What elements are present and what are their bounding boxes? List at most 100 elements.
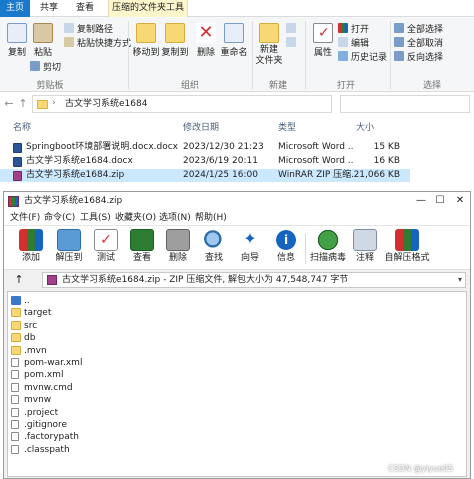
find-button[interactable]: 查找 [194, 228, 234, 268]
maximize-button[interactable]: ☐ [433, 194, 447, 208]
search-input[interactable] [340, 95, 470, 113]
file-icon [11, 395, 19, 405]
column-name[interactable]: 名称 [13, 121, 31, 135]
extract-to-button[interactable]: 解压到 [49, 228, 89, 268]
delete-label: 删除 [196, 48, 215, 58]
comment-label: 注释 [355, 253, 374, 263]
delete-button[interactable]: ✕ 删除 [191, 23, 221, 58]
edit-button[interactable]: 编辑 [338, 37, 369, 50]
view-button[interactable]: 查看 [122, 228, 162, 268]
copy-to-label: 复制到 [161, 48, 189, 58]
copy-label: 复制 [7, 48, 26, 58]
properties-button[interactable]: ✓ 属性 [308, 23, 338, 58]
file-icon [11, 382, 19, 392]
menu-favorites[interactable]: 收藏夹(O) [115, 212, 156, 225]
info-icon: i [274, 229, 298, 251]
file-modified: 2023/6/19 20:11 [183, 156, 258, 166]
zip-archive-icon [47, 275, 57, 285]
entry-name: db [24, 333, 36, 344]
copy-path-button[interactable]: 复制路径 [64, 23, 113, 36]
archive-file-list[interactable]: .. target src db .mvn pom-war.xml pom.xml mvnw.… [7, 291, 467, 477]
menu-options[interactable]: 选项(N) [159, 212, 191, 225]
winrar-app-icon [8, 196, 19, 207]
new-item-icon [286, 23, 296, 33]
ribbon-tabs: 主页 共享 查看 压缩的文件夹工具 [0, 0, 474, 17]
entry-name: pom.xml [24, 370, 64, 381]
invert-selection-label: 反向选择 [407, 53, 444, 63]
easy-access-icon [286, 37, 296, 47]
delete-x-icon: ✕ [196, 23, 216, 43]
file-row-selected[interactable]: 古文学习系统e1684.zip 2024/1/25 16:00 WinRAR Z… [0, 169, 410, 182]
paste-button[interactable]: 粘贴 [28, 23, 58, 58]
entry-name: mvnw.cmd [24, 382, 73, 393]
tab-share[interactable]: 共享 [34, 0, 64, 17]
column-size[interactable]: 大小 [356, 121, 374, 135]
easy-access-button[interactable] [286, 37, 299, 50]
virus-scan-icon [316, 229, 340, 251]
info-button[interactable]: i 信息 [266, 228, 306, 268]
select-group-label: 选择 [422, 81, 441, 91]
tab-compressed-folder-tools[interactable]: 压缩的文件夹工具 [108, 0, 188, 17]
add-archive-icon [19, 229, 43, 251]
comment-button[interactable]: 注释 [345, 228, 385, 268]
file-type: Microsoft Word ... [278, 142, 354, 152]
select-none-button[interactable]: 全部取消 [394, 37, 443, 50]
menu-help[interactable]: 帮助(H) [195, 212, 227, 225]
ribbon: 复制 粘贴 复制路径 粘贴快捷方式 剪切 剪贴板 移动到 复制到 ✕ 删除 重命… [0, 17, 474, 92]
new-folder-button[interactable]: 新建 文件夹 [254, 23, 284, 67]
file-row[interactable]: 古文学习系统e1684.docx 2023/6/19 20:11 Microso… [0, 155, 410, 168]
move-to-button[interactable]: 移动到 [131, 23, 161, 58]
winrar-window: 古文学习系统e1684.zip — ☐ ✕ 文件(F) 命令(C) 工具(S) … [3, 191, 471, 479]
paste-shortcut-label: 粘贴快捷方式 [77, 39, 132, 49]
minimize-button[interactable]: — [414, 194, 428, 208]
comment-notepad-icon [353, 229, 377, 251]
column-type[interactable]: 类型 [278, 121, 296, 135]
close-button[interactable]: ✕ [453, 194, 467, 208]
wizard-button[interactable]: ✦ 向导 [230, 228, 270, 268]
entry-name: .project [24, 407, 59, 418]
select-none-label: 全部取消 [407, 39, 444, 49]
tab-view[interactable]: 查看 [70, 0, 100, 17]
file-modified: 2024/1/25 16:00 [183, 170, 258, 180]
winrar-toolbar: 添加 解压到 ✓ 测试 查看 删除 查找 ✦ 向导 i 信息 扫描病毒 注释 自… [4, 226, 470, 270]
menu-tools[interactable]: 工具(S) [80, 212, 111, 225]
file-row[interactable]: Springboot环境部署说明.docx.docx 2023/12/30 21… [0, 141, 410, 154]
tab-home[interactable]: 主页 [0, 0, 30, 17]
scan-virus-button[interactable]: 扫描病毒 [308, 228, 348, 268]
file-name: Springboot环境部署说明.docx.docx [26, 142, 179, 152]
sfx-button[interactable]: 自解压格式 [384, 228, 430, 268]
column-modified[interactable]: 修改日期 [183, 121, 219, 135]
delete-archive-item-button[interactable]: 删除 [158, 228, 198, 268]
window-title: 古文学习系统e1684.zip [24, 196, 123, 206]
cut-button[interactable]: 剪切 [30, 61, 61, 74]
copy-to-button[interactable]: 复制到 [160, 23, 190, 58]
folder-icon [11, 308, 21, 318]
add-button[interactable]: 添加 [11, 228, 51, 268]
rename-button[interactable]: 重命名 [219, 23, 249, 58]
entry-name: mvnw [24, 395, 52, 406]
paste-shortcut-button[interactable]: 粘贴快捷方式 [64, 37, 131, 50]
open-button[interactable]: 打开 [338, 23, 369, 36]
chevron-down-icon[interactable]: ▾ [458, 275, 462, 284]
sfx-label: 自解压格式 [384, 253, 430, 263]
winrar-titlebar[interactable]: 古文学习系统e1684.zip — ☐ ✕ [4, 192, 470, 211]
breadcrumb-current-folder[interactable]: 古文学习系统e1684 [65, 98, 147, 110]
back-button[interactable]: ← [2, 97, 16, 111]
archive-path-field[interactable]: 古文学习系统e1684.zip - ZIP 压缩文件, 解包大小为 47,548… [42, 272, 466, 288]
menu-file[interactable]: 文件(F) [10, 212, 40, 225]
invert-selection-button[interactable]: 反向选择 [394, 51, 443, 64]
menu-commands[interactable]: 命令(C) [44, 212, 75, 225]
folder-icon [11, 345, 21, 355]
up-button[interactable]: ↑ [16, 97, 30, 111]
clipboard-group-label: 剪贴板 [36, 81, 64, 91]
select-all-button[interactable]: 全部选择 [394, 23, 443, 36]
entry-name: .gitignore [24, 420, 68, 430]
select-all-label: 全部选择 [407, 25, 444, 35]
new-item-button[interactable] [286, 23, 299, 36]
test-button[interactable]: ✓ 测试 [86, 228, 126, 268]
up-folder-icon [11, 296, 21, 305]
ribbon-divider [390, 21, 391, 89]
address-bar[interactable]: › 古文学习系统e1684 [32, 95, 332, 113]
history-button[interactable]: 历史记录 [338, 51, 387, 64]
up-one-level-button[interactable]: ↑ [12, 273, 26, 287]
